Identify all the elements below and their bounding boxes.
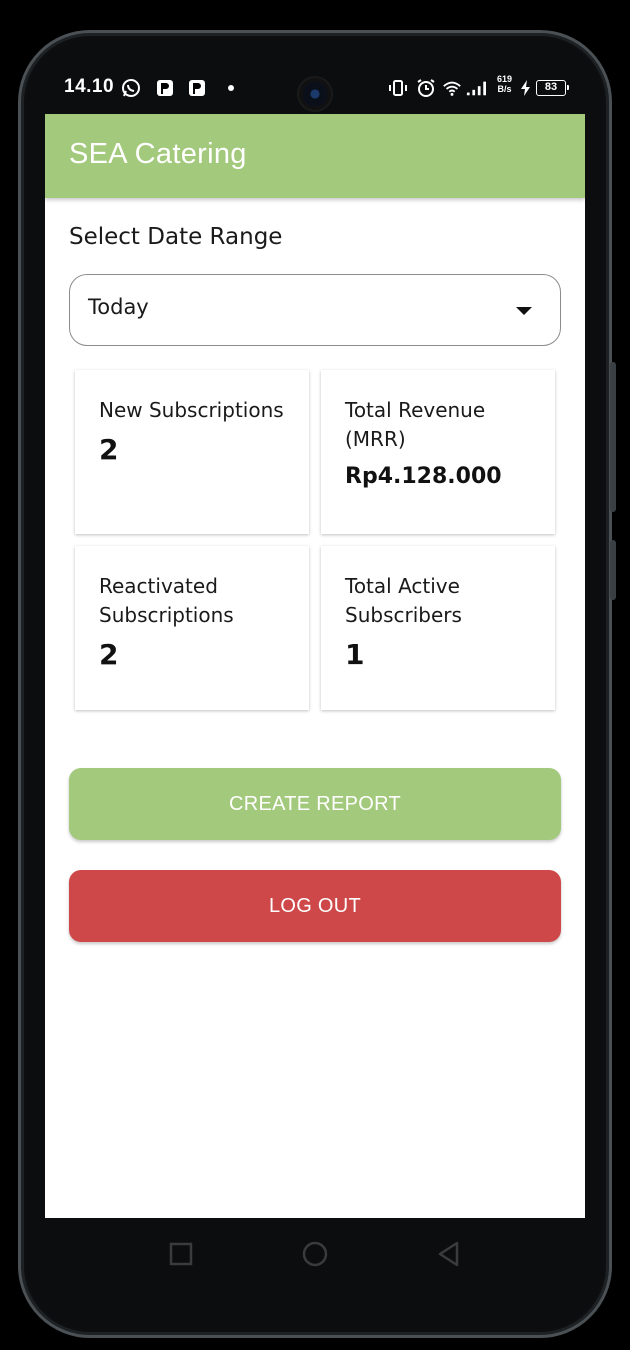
more-notifications-dot-icon <box>221 78 241 98</box>
date-range-label: Select Date Range <box>69 224 283 250</box>
app-bar: SEA Catering <box>45 114 585 198</box>
date-range-dropdown[interactable]: Today <box>69 274 561 346</box>
stat-value: 1 <box>345 638 365 671</box>
stat-card-total-revenue: Total Revenue (MRR) Rp4.128.000 <box>321 370 555 534</box>
volume-button <box>610 362 616 512</box>
log-out-button[interactable]: LOG OUT <box>69 870 561 942</box>
date-range-selected: Today <box>88 295 149 319</box>
navigation-bar <box>45 1218 585 1290</box>
back-button[interactable] <box>435 1240 463 1268</box>
battery-indicator: 83 <box>536 80 569 96</box>
app-notification-icon <box>187 78 207 98</box>
stat-label: New Subscriptions <box>99 398 284 422</box>
vibrate-icon <box>388 78 408 98</box>
stat-value: 2 <box>99 433 119 466</box>
stat-card-total-active-subscribers: Total Active Subscribers 1 <box>321 546 555 710</box>
stat-label: Total Revenue (MRR) <box>345 398 486 451</box>
power-button <box>610 540 616 600</box>
stat-card-new-subscriptions: New Subscriptions 2 <box>75 370 309 534</box>
stat-value: Rp4.128.000 <box>345 464 502 489</box>
stat-label: Reactivated Subscriptions <box>99 574 234 627</box>
network-speed: 619 B/s <box>497 74 512 94</box>
signal-icon <box>466 78 486 98</box>
stat-value: 2 <box>99 638 119 671</box>
network-speed-unit: B/s <box>497 84 512 94</box>
app-screen: SEA Catering Select Date Range Today New… <box>45 114 585 1218</box>
status-time: 14.10 <box>64 76 115 97</box>
alarm-icon <box>416 78 436 98</box>
whatsapp-icon <box>121 78 141 98</box>
create-report-button[interactable]: CREATE REPORT <box>69 768 561 840</box>
app-title: SEA Catering <box>69 138 247 170</box>
network-speed-value: 619 <box>497 74 513 84</box>
charging-icon <box>519 78 533 98</box>
recent-apps-button[interactable] <box>167 1240 195 1268</box>
wifi-icon <box>442 78 462 98</box>
home-button[interactable] <box>301 1240 329 1268</box>
app-notification-icon <box>155 78 175 98</box>
front-camera <box>297 76 333 112</box>
stat-label: Total Active Subscribers <box>345 574 462 627</box>
stat-card-reactivated-subscriptions: Reactivated Subscriptions 2 <box>75 546 309 710</box>
dropdown-arrow-icon <box>516 307 532 315</box>
